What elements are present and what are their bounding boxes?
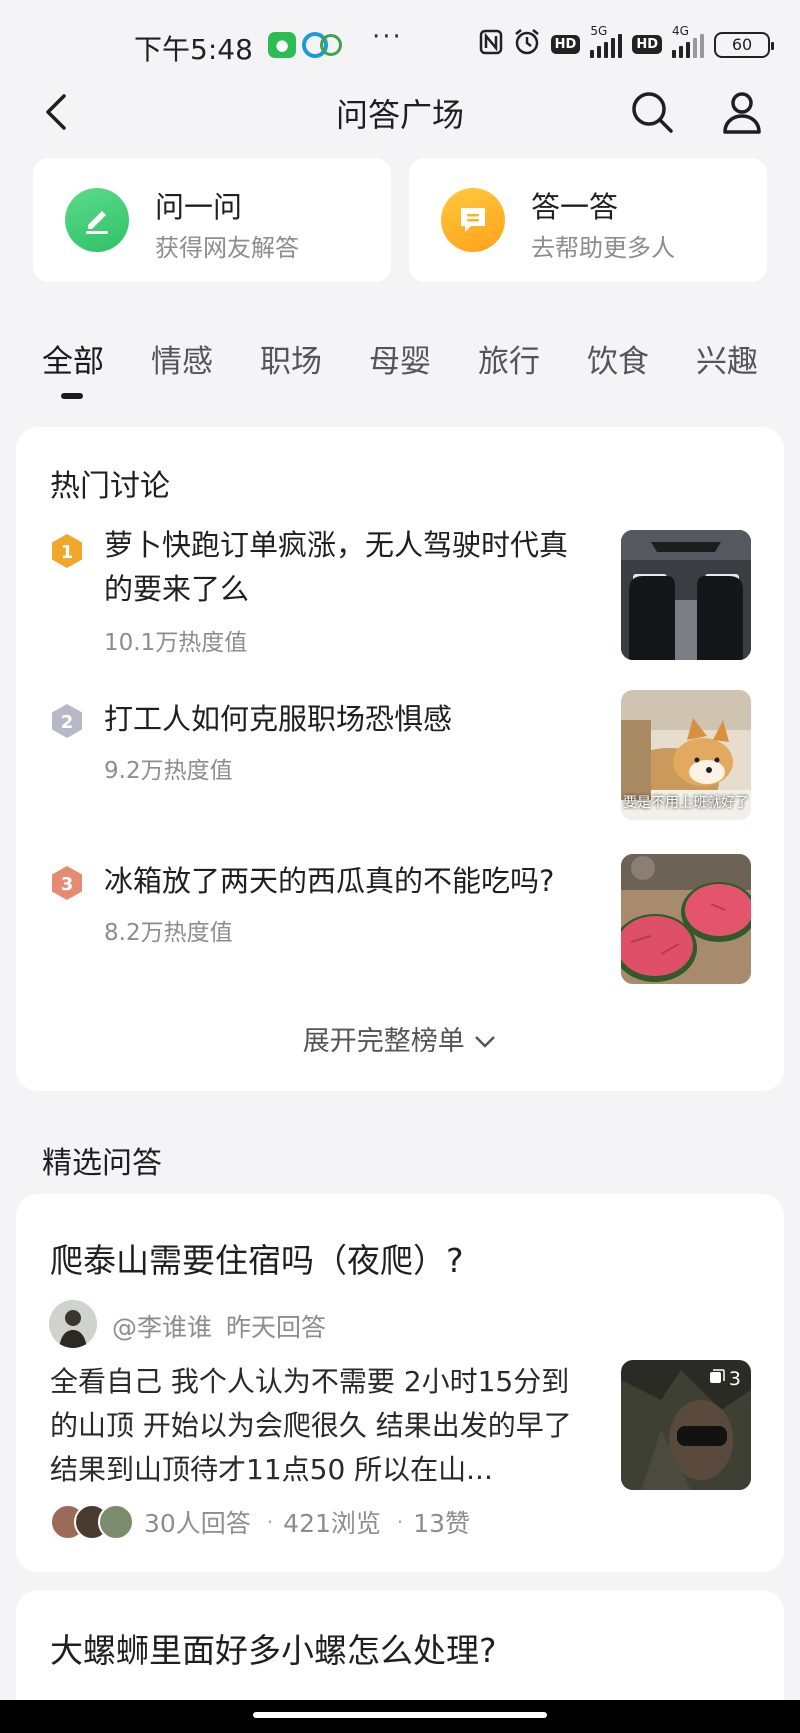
hd-icon: HD: [550, 35, 581, 54]
post-image[interactable]: 3: [621, 1360, 751, 1490]
car-interior-image: [621, 530, 751, 660]
post-title-2[interactable]: 大螺蛳里面好多小螺怎么处理?: [50, 1624, 497, 1672]
page-title: 问答广场: [335, 96, 464, 134]
user-icon[interactable]: [718, 88, 766, 136]
app-ring2-icon: [320, 34, 342, 56]
hot-item-1[interactable]: 1 萝卜快跑订单疯涨，无人驾驶时代真的要来了么 10.1万热度值: [16, 527, 784, 667]
chevron-down-icon: [473, 1027, 497, 1058]
post-time: 昨天回答: [226, 1313, 327, 1342]
more-notifications-icon: ···: [372, 22, 403, 52]
tab-emotion[interactable]: 情感: [151, 336, 213, 381]
ask-subtitle: 获得网友解答: [155, 234, 299, 262]
hot-item-3-text: 冰箱放了两天的西瓜真的不能吃吗?: [104, 864, 555, 898]
thumb-caption: 要是不用上班就好了: [623, 795, 749, 811]
ask-title: 问一问: [155, 190, 243, 224]
hot-item-2-heat: 9.2万热度值: [104, 758, 233, 784]
ask-card[interactable]: 问一问 获得网友解答: [33, 158, 391, 282]
signal-5g-icon: 5G: [590, 24, 623, 58]
category-tabs: 全部 情感 职场 母婴 旅行 饮食 兴趣: [0, 336, 800, 406]
tab-indicator: [61, 393, 83, 399]
post-author[interactable]: @李谁谁: [112, 1308, 212, 1344]
views-count: 421浏览: [283, 1509, 381, 1538]
search-icon[interactable]: [628, 88, 676, 136]
wechat-icon: ●: [268, 32, 296, 58]
rank-badge-2-icon: 2: [50, 703, 84, 739]
signal-4g-icon: 4G: [672, 24, 704, 58]
section-title-featured: 精选问答: [42, 1146, 162, 1181]
hot-title: 热门讨论: [50, 469, 170, 504]
answers-count: 30人回答: [144, 1509, 251, 1538]
expand-label: 展开完整榜单: [302, 1026, 465, 1057]
hot-item-1-text: 萝卜快跑订单疯涨，无人驾驶时代真的要来了么: [104, 528, 569, 606]
gesture-bar: [0, 1700, 800, 1733]
battery-level: 60: [731, 35, 753, 54]
tab-hobby[interactable]: 兴趣: [696, 336, 758, 381]
tab-parenting[interactable]: 母婴: [369, 336, 431, 381]
hot-item-3[interactable]: 3 冰箱放了两天的西瓜真的不能吃吗? 8.2万热度值: [16, 854, 784, 989]
featured-post-card[interactable]: 爬泰山需要住宿吗（夜爬）? @李谁谁 昨天回答 全看自己 我个人认为不需要 2小…: [16, 1194, 784, 1572]
tab-food[interactable]: 饮食: [587, 336, 649, 381]
tab-all[interactable]: 全部: [42, 336, 104, 381]
images-icon: [709, 1368, 725, 1390]
status-right: HD 5G HD 4G 60: [479, 24, 774, 61]
answer-title: 答一答: [531, 190, 619, 224]
answer-card[interactable]: 答一答 去帮助更多人: [409, 158, 767, 282]
separator-dot: ·: [266, 1510, 274, 1534]
nav-bar: 问答广场: [0, 80, 800, 146]
pencil-icon: [65, 188, 129, 252]
post-stats: 30人回答 · 421浏览 · 13赞: [50, 1504, 470, 1540]
separator-dot: ·: [396, 1510, 404, 1534]
hd-icon-2: HD: [632, 35, 662, 54]
answerer-avatars: [50, 1504, 134, 1540]
chat-bubble-icon: [441, 188, 505, 252]
status-time: 下午5:48: [134, 33, 253, 66]
status-bar: 下午5:48 ● ··· HD 5G HD 4G 60: [0, 0, 800, 90]
rank-number-1: 1: [61, 542, 74, 563]
avatar: [98, 1504, 134, 1540]
tab-travel[interactable]: 旅行: [478, 336, 540, 381]
likes-count: 13赞: [413, 1509, 471, 1538]
battery-icon: 60: [714, 31, 774, 58]
watermelon-image: [621, 854, 751, 984]
image-count-value: 3: [728, 1368, 741, 1390]
hot-item-2-text: 打工人如何克服职场恐惧感: [104, 702, 453, 736]
nfc-icon: [479, 29, 503, 60]
rank-number-2: 2: [61, 712, 74, 733]
post-body[interactable]: 全看自己 我个人认为不需要 2小时15分到的山顶 开始以为会爬很久 结果出发的早…: [50, 1360, 590, 1492]
rank-badge-3-icon: 3: [50, 865, 84, 901]
answer-subtitle: 去帮助更多人: [531, 234, 675, 262]
rank-badge-1-icon: 1: [50, 533, 84, 569]
hot-item-1-heat: 10.1万热度值: [104, 630, 248, 656]
avatar[interactable]: [49, 1300, 97, 1348]
post-title[interactable]: 爬泰山需要住宿吗（夜爬）?: [50, 1234, 464, 1282]
hot-discussion-card: 热门讨论 1 萝卜快跑订单疯涨，无人驾驶时代真的要来了么 10.1万热度值 2 …: [16, 427, 784, 1091]
shiba-dog-image: 要是不用上班就好了: [621, 690, 751, 820]
notification-icons: ●: [268, 32, 342, 58]
expand-full-list-button[interactable]: 展开完整榜单: [16, 1019, 784, 1058]
image-count: 3: [709, 1368, 741, 1390]
tab-career[interactable]: 职场: [260, 336, 322, 381]
alarm-icon: [513, 28, 541, 61]
hot-item-3-heat: 8.2万热度值: [104, 920, 233, 946]
rank-number-3: 3: [61, 874, 74, 895]
home-indicator[interactable]: [253, 1712, 547, 1718]
hot-item-2[interactable]: 2 打工人如何克服职场恐惧感 9.2万热度值 要是不用上班就好了: [16, 690, 784, 827]
